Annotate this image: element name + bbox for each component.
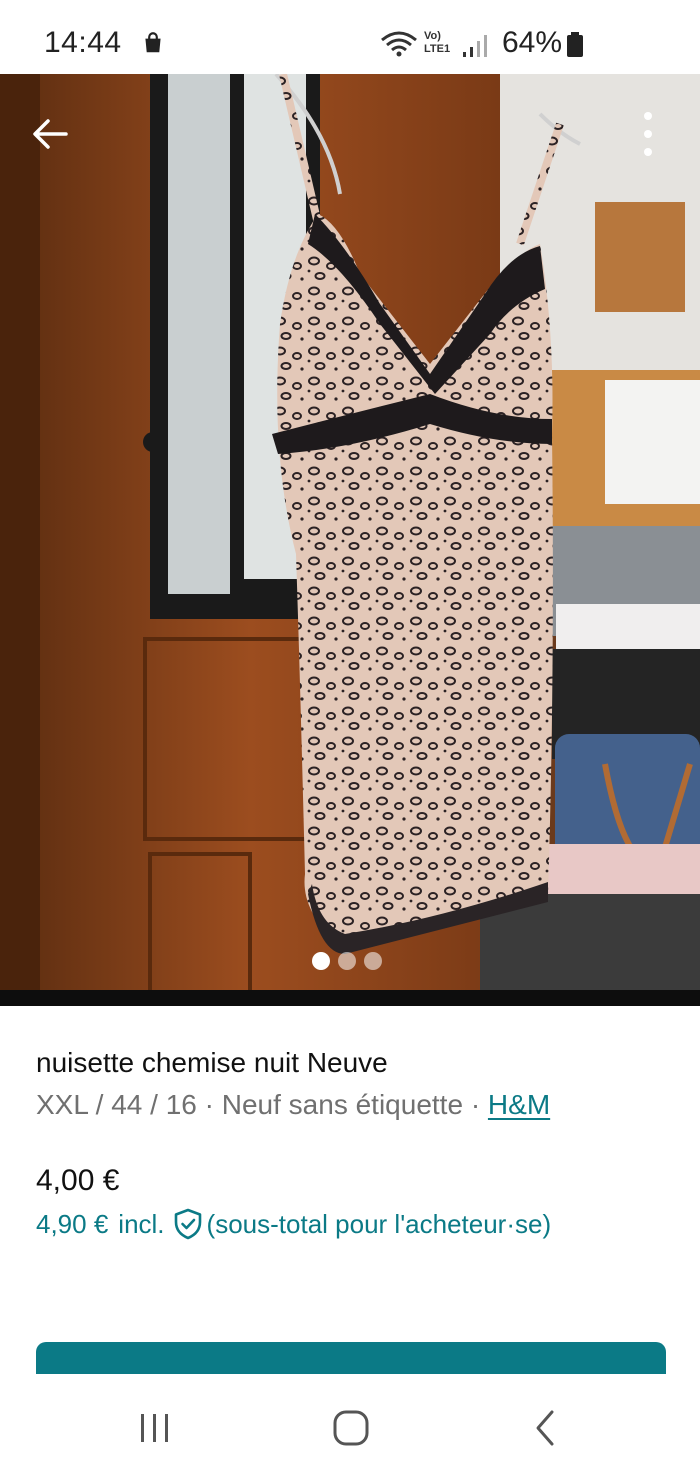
listing-condition: Neuf sans étiquette [221,1089,464,1120]
meta-separator: · [470,1089,481,1120]
status-bar: 14:44 Vo) LTE1 64% [0,0,700,74]
listing-size: XXL / 44 / 16 [36,1089,197,1120]
carousel-dot[interactable] [338,952,356,970]
battery-icon [567,32,583,57]
system-navigation-bar [0,1374,700,1478]
listing-info: nuisette chemise nuit Neuve XXL / 44 / 1… [36,1044,676,1124]
brand-link[interactable]: H&M [488,1089,550,1120]
battery-percent: 64% [502,26,563,59]
status-time: 14:44 [44,26,122,59]
chevron-left-icon[interactable] [524,1406,568,1450]
price-incl-label: incl. [118,1208,165,1239]
listing-price: 4,00 € [36,1164,120,1197]
subtotal-note: (sous-total pour l'acheteur·se) [206,1208,552,1239]
carousel-dot-active[interactable] [312,952,330,970]
network-label: Vo) LTE1 [424,30,451,55]
product-photo [0,74,700,1006]
recents-icon[interactable] [133,1406,177,1450]
home-icon[interactable] [329,1406,373,1450]
price-incl-amount: 4,90 € [36,1208,109,1239]
more-vertical-icon[interactable] [626,108,670,160]
back-arrow-icon[interactable] [28,112,72,156]
listing-title: nuisette chemise nuit Neuve [36,1047,388,1078]
product-image-carousel[interactable] [0,74,700,1006]
carousel-dot[interactable] [364,952,382,970]
listing-meta: XXL / 44 / 16 · Neuf sans étiquette · H&… [36,1086,676,1124]
carousel-indicator [312,952,382,970]
shield-check-icon [174,1208,201,1240]
meta-separator: · [204,1089,214,1120]
signal-icon [463,35,487,57]
shopping-bag-icon [145,32,161,53]
wifi-icon [381,31,417,57]
buyer-protection-price[interactable]: 4,90 € incl. (sous-total pour l'acheteur… [36,1208,551,1240]
image-bottom-border [0,990,700,1006]
